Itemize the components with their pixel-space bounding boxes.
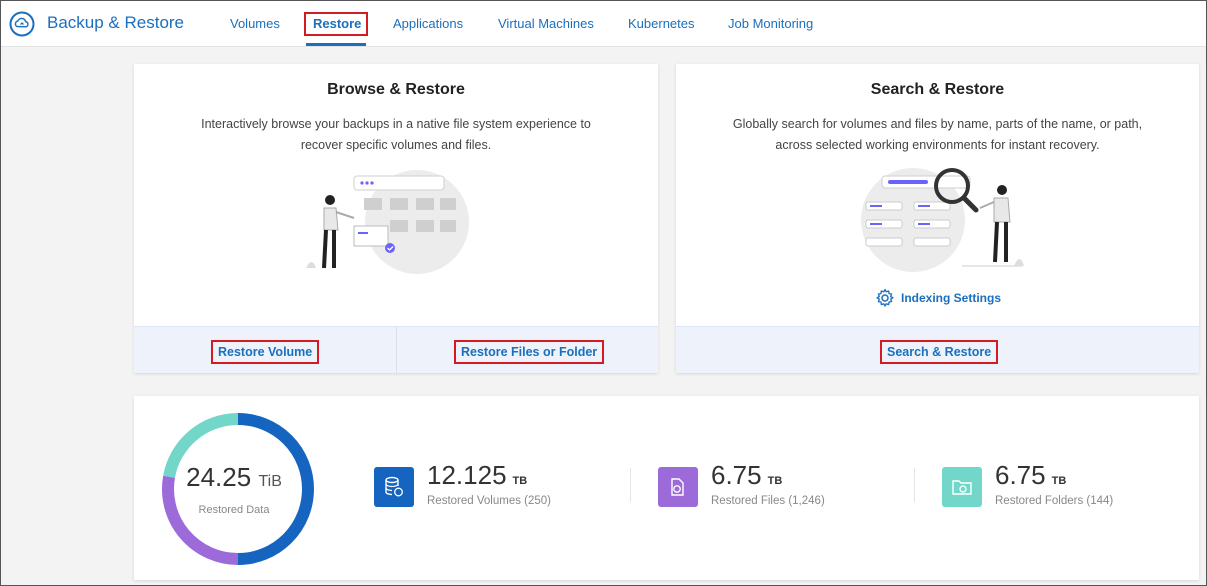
restored-folders-icon [942,467,982,507]
indexing-settings-label: Indexing Settings [901,291,1002,305]
app-title: Backup & Restore [47,13,185,32]
browse-restore-description: Interactively browse your backups in a n… [201,117,591,152]
active-tab-indicator [306,43,366,46]
restored-volumes-unit: TB [512,475,528,487]
browse-restore-title: Browse & Restore [327,81,465,98]
restore-volume-button[interactable]: Restore Volume [211,340,320,364]
restored-files-value: 6.75 TB [711,460,782,491]
search-restore-card: Search & Restore Globally search for vol… [676,64,1199,373]
restored-volumes-icon [374,467,414,507]
total-restored-label: Restored Data [198,504,270,516]
restore-stats-card: 24.25 TiB Restored Data 12.125 TB Restore… [134,396,1199,580]
browse-illustration-icon [306,170,469,274]
tab-applications[interactable]: Applications [393,16,463,31]
tab-kubernetes[interactable]: Kubernetes [628,16,695,31]
gear-icon [876,288,894,307]
restored-files-number: 6.75 [711,460,762,490]
backup-restore-logo-icon [9,11,35,37]
search-restore-button[interactable]: Search & Restore [880,340,999,364]
restored-files-icon [658,467,698,507]
restored-files-label: Restored Files (1,246) [711,495,825,507]
restored-folders-number: 6.75 [995,460,1046,490]
footer-divider [396,327,397,374]
restored-folders-unit: TB [1051,475,1067,487]
stats-separator [914,468,915,502]
search-restore-description: Globally search for volumes and files by… [732,117,1143,152]
total-restored-unit: TiB [258,473,282,490]
folder-restore-icon [952,480,972,495]
search-restore-footer: Search & Restore [676,326,1199,373]
total-restored-value: 24.25 TiB [159,462,309,493]
database-restore-icon [385,476,403,497]
restore-files-or-folder-button[interactable]: Restore Files or Folder [454,340,605,364]
tab-restore[interactable]: Restore [313,16,361,31]
restored-folders-value: 6.75 TB [995,460,1066,491]
tab-virtual-machines[interactable]: Virtual Machines [498,16,594,31]
app-window: Backup & Restore Volumes Restore Applica… [0,0,1207,586]
search-restore-title: Search & Restore [870,81,1005,98]
indexing-settings-link[interactable]: Indexing Settings [875,288,1001,308]
search-illustration-icon [861,168,1024,272]
browse-restore-card: Browse & Restore Interactively browse yo… [134,64,658,374]
restored-volumes-label: Restored Volumes (250) [427,495,552,507]
tab-volumes[interactable]: Volumes [230,16,280,31]
restored-volumes-value: 12.125 TB [427,460,527,491]
restored-volumes-number: 12.125 [427,460,507,490]
total-restored-number: 24.25 [186,462,252,492]
tab-job-monitoring[interactable]: Job Monitoring [728,16,813,31]
file-restore-icon [671,478,684,496]
top-nav-bar: Backup & Restore Volumes Restore Applica… [1,1,1206,47]
restored-files-unit: TB [767,475,783,487]
restored-folders-label: Restored Folders (144) [995,495,1114,507]
browse-restore-footer: Restore Volume Restore Files or Folder [134,326,658,374]
stats-separator [630,468,631,502]
